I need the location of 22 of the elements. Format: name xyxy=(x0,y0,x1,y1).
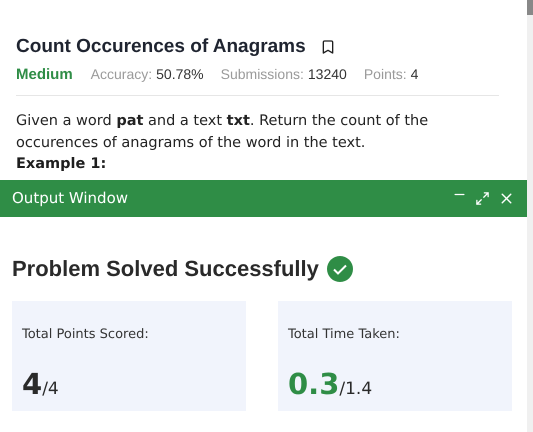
bookmark-icon[interactable] xyxy=(320,38,336,56)
output-window-title: Output Window xyxy=(12,188,128,210)
example-heading: Example 1: xyxy=(16,155,108,173)
stat-value: 4 xyxy=(410,64,418,84)
difficulty-label: Medium xyxy=(16,64,73,84)
stat-label: Accuracy: xyxy=(90,64,152,84)
score-total: /4 xyxy=(42,378,59,400)
problem-title: Count Occurences of Anagrams xyxy=(16,35,306,59)
card-label: Total Points Scored: xyxy=(22,326,150,344)
success-heading: Problem Solved Successfully xyxy=(12,255,319,283)
scrollbar[interactable] xyxy=(527,0,533,432)
stat-value: 13240 xyxy=(308,64,347,84)
stat-label: Submissions: xyxy=(220,64,304,84)
stat-value: 50.78% xyxy=(156,64,204,84)
problem-description: Given a word pat and a text txt. Return the count of the occurences of anagrams of the word in the text. xyxy=(16,112,430,153)
score-value: 0.3 xyxy=(288,366,340,402)
check-circle-icon xyxy=(326,256,353,282)
stat-label: Points: xyxy=(364,64,407,84)
score-total: /1.4 xyxy=(339,378,372,400)
score-value: 4 xyxy=(22,366,42,402)
card-label: Total Time Taken: xyxy=(288,326,401,344)
expand-icon[interactable] xyxy=(475,191,490,206)
